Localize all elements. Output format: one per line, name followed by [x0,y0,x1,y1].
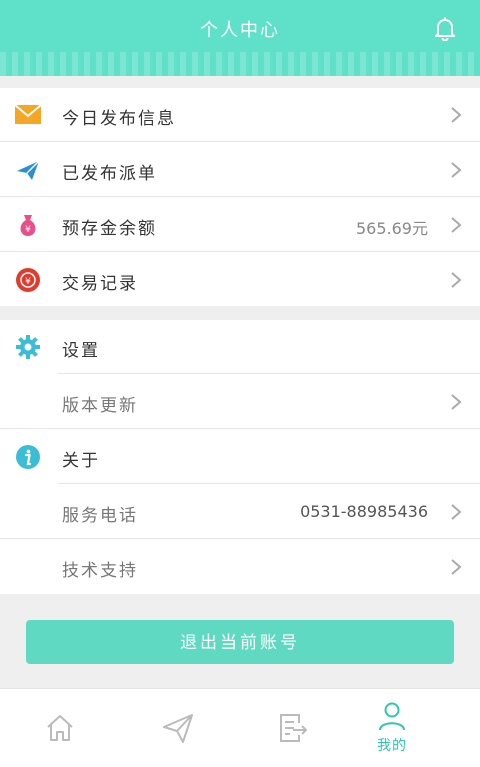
transaction-record-icon: ¥ [16,268,40,292]
about-row: 关于 [0,430,480,484]
settings-label: 设置 [62,341,100,361]
chevron-right-icon [451,107,462,123]
logout-button[interactable]: 退出当前账号 [26,620,454,664]
divider [0,538,480,539]
published-orders-row[interactable]: 已发布派单 [0,143,480,197]
chevron-right-icon [451,162,462,178]
version-update-row[interactable]: 版本更新 [0,375,480,429]
service-phone-label: 服务电话 [62,506,138,526]
bottom-tab-bar: 我的 [0,688,480,767]
chevron-right-icon [451,394,462,410]
published-orders-label: 已发布派单 [62,164,157,184]
account-section: 今日发布信息 已发布派单 ¥ 预存金余额 565.69元 ¥ 交易记录 [0,88,480,306]
send-icon [163,714,193,743]
divider [58,483,480,484]
divider [0,428,480,429]
divider [0,251,480,252]
tech-support-row[interactable]: 技术支持 [0,540,480,594]
today-published-row[interactable]: 今日发布信息 [0,88,480,142]
divider [0,196,480,197]
svg-text:¥: ¥ [25,225,31,235]
tab-mine-label: 我的 [377,738,407,754]
deposit-balance-value: 565.69元 [356,219,428,238]
settings-row: 设置 [0,320,480,374]
money-bag-icon: ¥ [20,215,36,236]
chevron-right-icon [451,217,462,233]
paper-plane-icon [17,160,40,180]
service-phone-row[interactable]: 服务电话 0531-88985436 [0,485,480,539]
user-icon [379,702,405,731]
transaction-record-label: 交易记录 [62,274,138,294]
today-published-label: 今日发布信息 [62,109,176,129]
info-icon [16,445,40,469]
orders-icon [280,714,308,742]
page-title: 个人中心 [200,20,280,41]
tab-send[interactable] [118,689,238,767]
header-shadow-strip [0,52,480,76]
transaction-record-row[interactable]: ¥ 交易记录 [0,253,480,307]
envelope-icon [14,104,42,124]
bell-icon[interactable] [432,15,458,41]
service-phone-value: 0531-88985436 [300,502,428,521]
deposit-balance-row[interactable]: ¥ 预存金余额 565.69元 [0,198,480,252]
divider [0,141,480,142]
chevron-right-icon [451,504,462,520]
chevron-right-icon [451,272,462,288]
header-bar: 个人中心 [0,0,480,76]
tab-mine[interactable]: 我的 [332,689,452,767]
version-update-label: 版本更新 [62,396,138,416]
divider [58,373,480,374]
settings-section: 设置 版本更新 关于 服务电话 0531-88985436 技术支持 [0,320,480,594]
chevron-right-icon [451,559,462,575]
gear-icon [16,335,40,359]
about-label: 关于 [62,451,100,471]
svg-text:¥: ¥ [25,277,31,287]
deposit-balance-label: 预存金余额 [62,219,157,239]
tech-support-label: 技术支持 [62,561,138,581]
tab-home[interactable] [0,689,120,767]
home-icon [47,715,73,741]
